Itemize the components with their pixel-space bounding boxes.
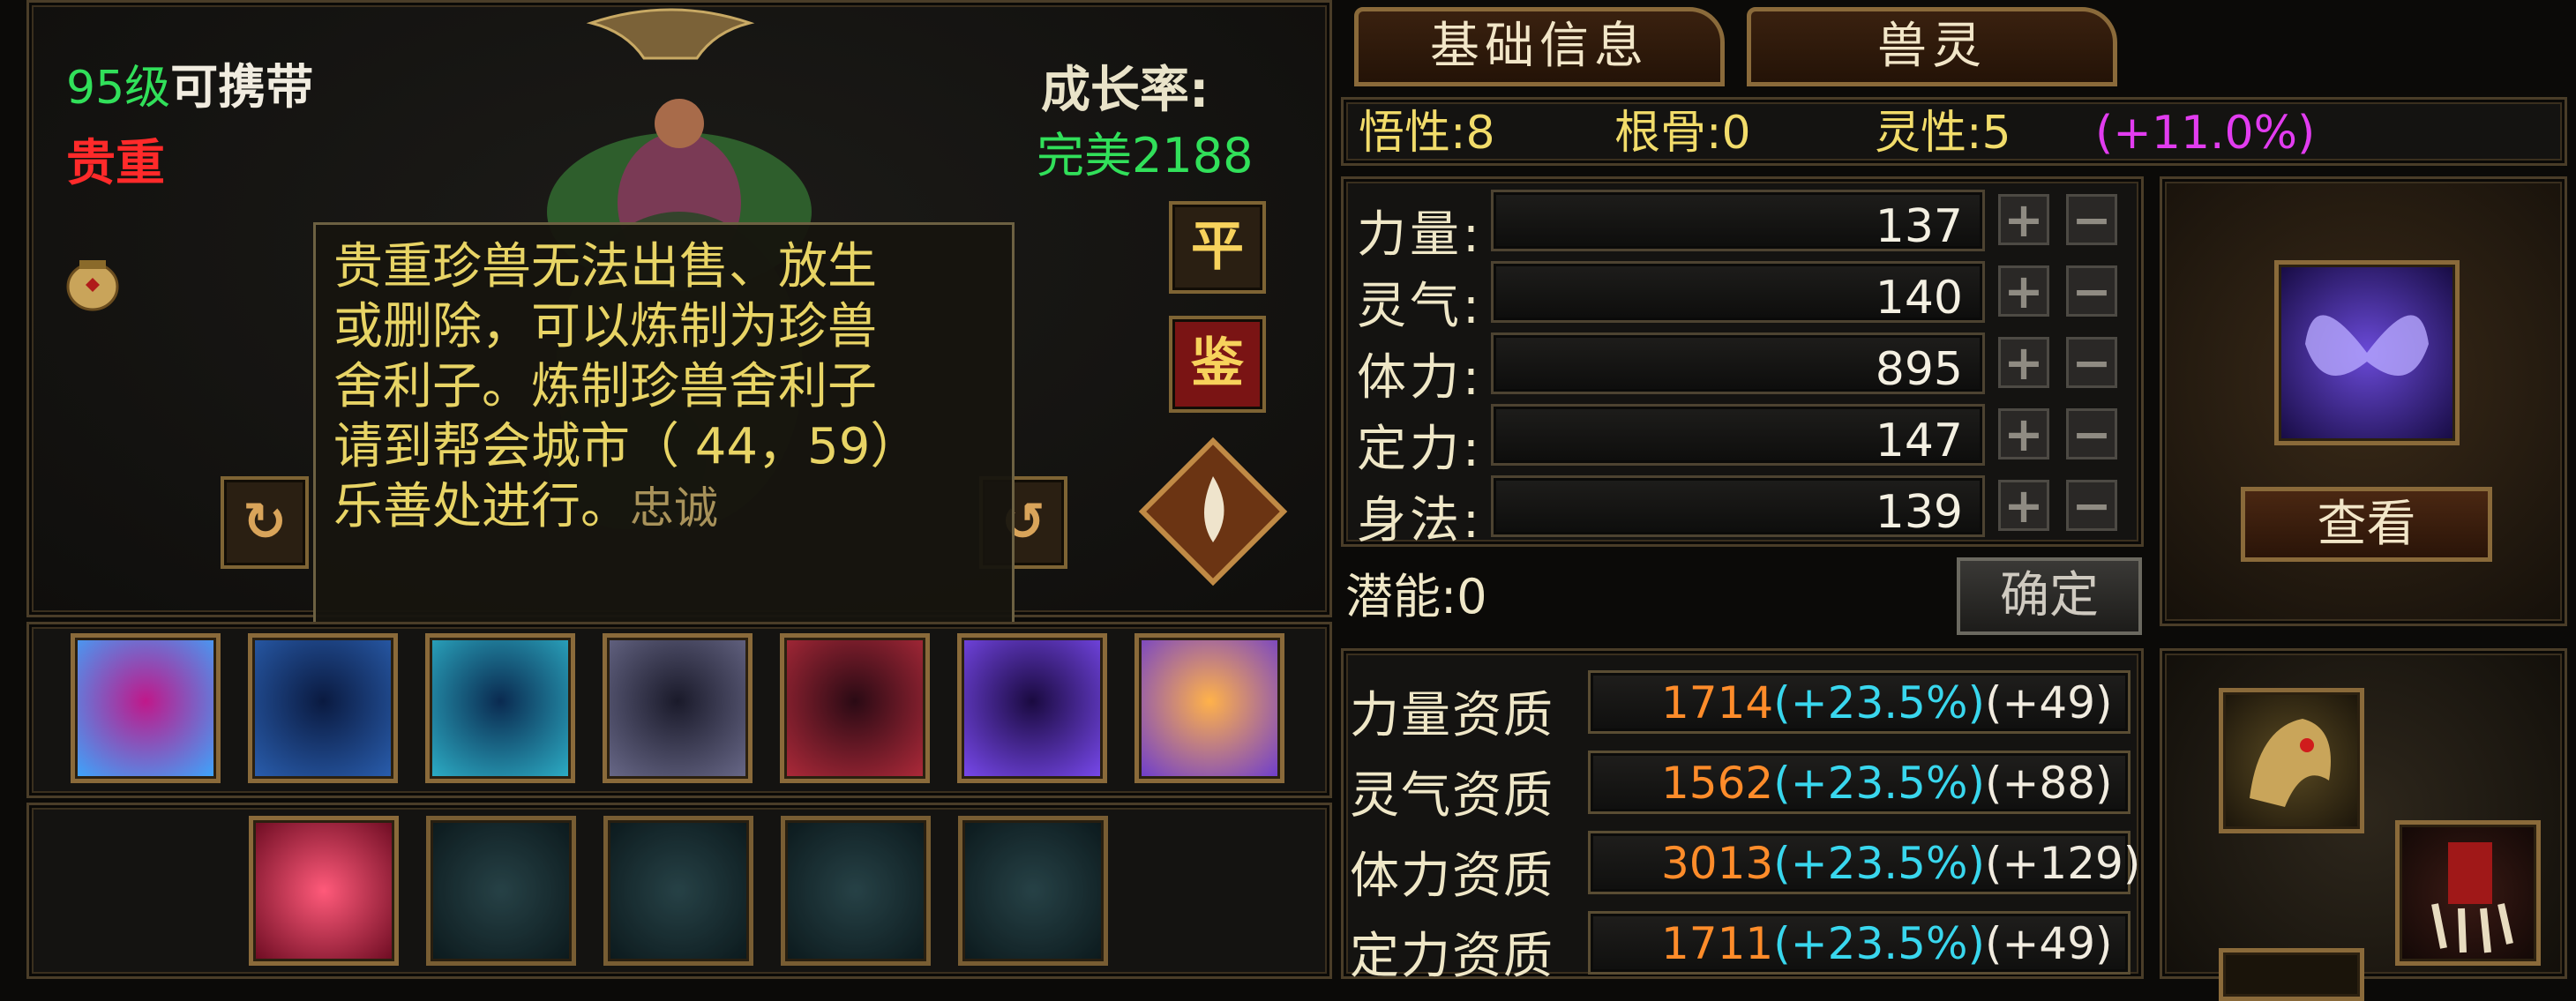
aptitude-percent: (+23.5%) (1773, 758, 1985, 809)
tooltip-line: 请到帮会城市（ 44，59） (333, 418, 920, 475)
empty-slot-icon[interactable] (781, 816, 931, 966)
stat-minus-button[interactable]: − (2066, 337, 2117, 388)
aptitude-base: 1714 (1661, 677, 1774, 728)
stat-value: 137 (1875, 200, 1963, 253)
stat-value: 147 (1875, 415, 1963, 467)
aptitude-base: 1562 (1661, 758, 1774, 809)
ping-button[interactable]: 平 (1169, 201, 1266, 294)
stat-plus-button[interactable]: + (1998, 337, 2049, 388)
aptitude-label: 力量资质 (1350, 687, 1554, 744)
view-button[interactable]: 查看 (2241, 487, 2492, 562)
lingxing-bonus: (+11.0%) (2095, 107, 2316, 160)
top-ornament (582, 5, 759, 76)
gengu-label: 根骨:0 (1614, 107, 1751, 160)
stat-minus-button[interactable]: − (2066, 408, 2117, 459)
stat-label: 定力: (1357, 421, 1483, 478)
tooltip-last-line: 乐善处进行。忠诚 (333, 477, 994, 538)
stat-label: 灵气: (1357, 278, 1483, 335)
stat-plus-button[interactable]: + (1998, 265, 2049, 317)
stat-label: 力量: (1357, 206, 1483, 264)
aptitude-percent: (+23.5%) (1773, 677, 1985, 728)
skill-icon-2[interactable] (248, 633, 398, 783)
stat-plus-button[interactable]: + (1998, 480, 2049, 531)
aptitude-bar: 1714(+23.5%)(+49) (1588, 670, 2130, 734)
skill-icon-3[interactable] (425, 633, 575, 783)
aptitude-base: 1711 (1661, 918, 1774, 969)
pet-level-line: 95级可携带 (66, 63, 313, 112)
skill-icon-5[interactable] (780, 633, 930, 783)
skill-icon-6[interactable] (957, 633, 1107, 783)
rarity-label: 贵重 (66, 135, 165, 192)
equip-slot-partial[interactable] (2219, 948, 2364, 1001)
aptitude-percent: (+23.5%) (1773, 838, 1985, 889)
skill-icon-1[interactable] (71, 633, 221, 783)
stat-value: 140 (1875, 272, 1963, 325)
lingxing-label: 灵性:5 (1875, 107, 2011, 160)
carry-label: 可携带 (170, 59, 314, 115)
tooltip-line: 乐善处进行。 (333, 478, 630, 535)
feather-diamond-icon[interactable] (1138, 437, 1288, 586)
stat-label: 体力: (1357, 349, 1483, 407)
butterfly-spirit-icon[interactable] (2274, 260, 2460, 445)
jian-button[interactable]: 鉴 (1169, 316, 1266, 413)
stat-plus-button[interactable]: + (1998, 408, 2049, 459)
stat-value: 895 (1875, 343, 1963, 396)
coin-pouch-icon[interactable] (62, 251, 124, 313)
empty-slot-icon[interactable] (426, 816, 576, 966)
stat-plus-button[interactable]: + (1998, 194, 2049, 245)
tab-pet-spirit[interactable]: 兽灵 (1747, 7, 2117, 86)
aptitude-bonus: (+49) (1985, 677, 2113, 728)
stat-minus-button[interactable]: − (2066, 194, 2117, 245)
stat-value: 139 (1875, 486, 1963, 539)
aptitude-base: 3013 (1661, 838, 1774, 889)
aptitude-bar: 3013(+23.5%)(+129) (1588, 831, 2140, 894)
tooltip-line: 舍利子。炼制珍兽舍利子 (333, 358, 877, 415)
aptitude-bar: 1562(+23.5%)(+88) (1588, 751, 2130, 814)
skill-icon-4[interactable] (603, 633, 753, 783)
aptitude-percent: (+23.5%) (1773, 918, 1985, 969)
dragon-helmet-icon[interactable] (2219, 688, 2364, 833)
potential-label: 潜能:0 (1345, 569, 1487, 624)
pet-level: 95级 (66, 62, 171, 115)
skill-icon-7[interactable] (1134, 633, 1284, 783)
tooltip-line: 贵重珍兽无法出售、放生 (333, 238, 877, 295)
confirm-button[interactable]: 确定 (1957, 557, 2142, 635)
tooltip-line: 或删除，可以炼制为珍兽 (333, 298, 877, 355)
stat-minus-button[interactable]: − (2066, 480, 2117, 531)
aptitude-label: 定力资质 (1350, 928, 1554, 985)
tab-basic-info[interactable]: 基础信息 (1354, 7, 1725, 86)
growth-label: 成长率: (1041, 62, 1209, 119)
aptitude-bonus: (+88) (1985, 758, 2113, 809)
rotate-left-icon: ↻ (242, 491, 288, 553)
growth-value: 完美2188 (1037, 128, 1254, 183)
stat-label: 身法: (1357, 492, 1483, 549)
loyalty-overlay-text: 忠诚 (630, 482, 718, 534)
aptitude-label: 体力资质 (1350, 848, 1554, 905)
tooltip-box: 贵重珍兽无法出售、放生 或删除，可以炼制为珍兽 舍利子。炼制珍兽舍利子 请到帮会… (313, 222, 1015, 628)
aptitude-bar: 1711(+23.5%)(+49) (1588, 911, 2130, 975)
wuxing-label: 悟性:8 (1359, 107, 1495, 160)
aptitude-bonus: (+49) (1985, 918, 2113, 969)
empty-slot-icon[interactable] (958, 816, 1108, 966)
red-flower-skill-icon[interactable] (249, 816, 399, 966)
aptitude-bonus: (+129) (1985, 838, 2141, 889)
aptitude-label: 灵气资质 (1350, 767, 1554, 825)
stat-minus-button[interactable]: − (2066, 265, 2117, 317)
claw-gauntlet-icon[interactable] (2395, 820, 2541, 966)
rotate-left-button[interactable]: ↻ (221, 476, 309, 569)
empty-slot-icon[interactable] (603, 816, 753, 966)
